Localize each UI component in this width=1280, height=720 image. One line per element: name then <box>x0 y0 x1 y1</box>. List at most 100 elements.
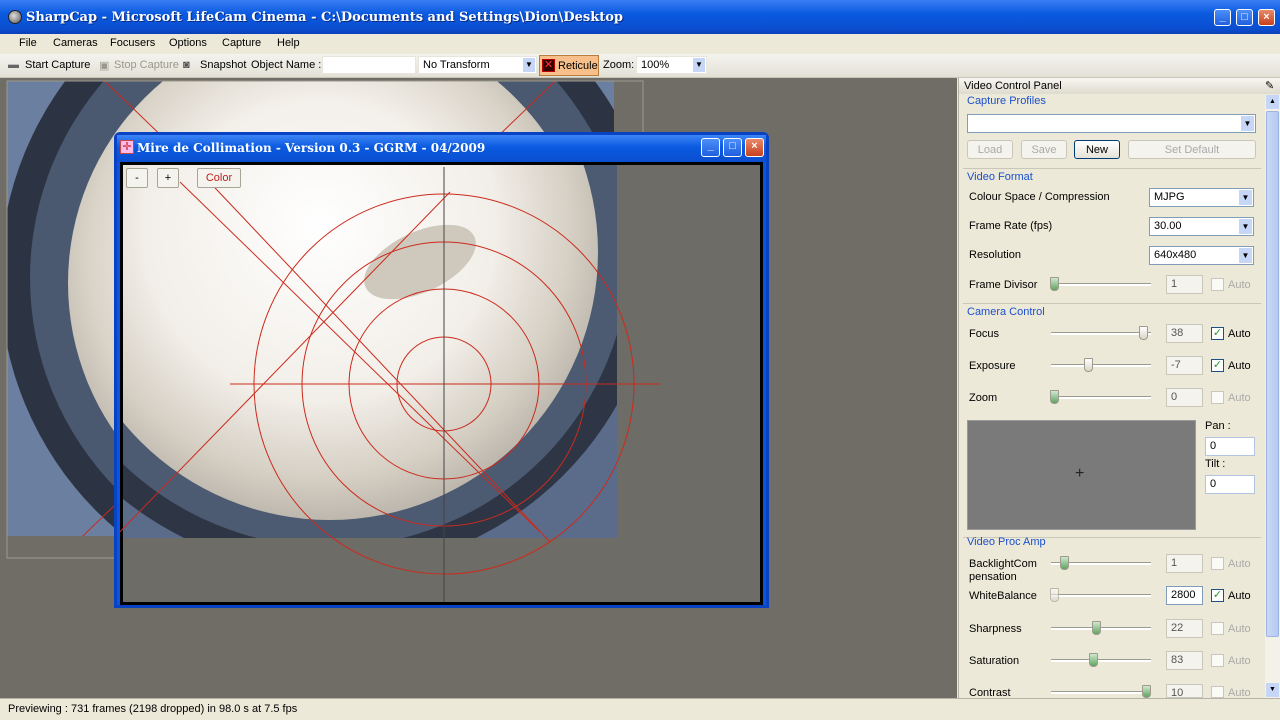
reticule-label: Reticule <box>558 60 598 72</box>
backlight-input[interactable]: 1 <box>1166 554 1203 573</box>
save-button[interactable]: Save <box>1021 140 1067 159</box>
panel-header: Video Control Panel ✎ <box>959 78 1280 94</box>
decrease-button[interactable]: - <box>126 168 148 188</box>
sharpness-slider[interactable] <box>1051 627 1151 630</box>
capture-profile-select[interactable]: ▼ <box>967 114 1256 133</box>
frame-divisor-label: Frame Divisor <box>969 279 1038 291</box>
contrast-slider[interactable] <box>1051 691 1151 694</box>
zoom-auto-checkbox[interactable] <box>1211 391 1224 404</box>
increase-button[interactable]: + <box>157 168 179 188</box>
color-button[interactable]: Color <box>197 168 241 188</box>
colour-space-select[interactable]: MJPG ▼ <box>1149 188 1254 207</box>
sharpness-label: Sharpness <box>969 623 1022 635</box>
menu-help[interactable]: Help <box>277 37 300 49</box>
pin-icon[interactable]: ✎ <box>1265 79 1274 92</box>
collimation-dialog[interactable]: ✛ Mire de Collimation - Version 0.3 - GG… <box>114 132 769 608</box>
minimize-button[interactable]: _ <box>1214 9 1231 26</box>
contrast-thumb[interactable] <box>1142 685 1151 698</box>
frame-rate-value: 30.00 <box>1154 220 1182 232</box>
menu-cameras[interactable]: Cameras <box>53 37 98 49</box>
exposure-slider[interactable] <box>1051 364 1151 367</box>
pan-tilt-pad[interactable]: + <box>967 420 1196 530</box>
dialog-minimize-button[interactable]: _ <box>701 138 720 157</box>
toolbar: ▬ Start Capture ▣ Stop Capture ◙ Snapsho… <box>0 54 1280 78</box>
zoom-select[interactable]: 100% ▼ <box>636 56 707 74</box>
camera-control-header: Camera Control <box>967 306 1045 318</box>
zoom-slider[interactable] <box>1051 396 1151 399</box>
auto-label: Auto <box>1228 328 1251 340</box>
scroll-up-icon[interactable]: ▲ <box>1266 95 1279 109</box>
dialog-title: Mire de Collimation - Version 0.3 - GGRM… <box>137 141 486 155</box>
zoom-value: 100% <box>641 59 670 71</box>
chevron-down-icon: ▼ <box>1239 219 1252 234</box>
frame-divisor-slider[interactable] <box>1051 283 1151 286</box>
dialog-maximize-button[interactable]: □ <box>723 138 742 157</box>
focus-input[interactable]: 38 <box>1166 324 1203 343</box>
menu-bar: File Cameras Focusers Options Capture He… <box>0 34 1280 54</box>
saturation-auto-checkbox[interactable] <box>1211 654 1224 667</box>
saturation-slider[interactable] <box>1051 659 1151 662</box>
transform-select[interactable]: No Transform ▼ <box>418 56 537 74</box>
crosshair-icon: + <box>1075 465 1085 482</box>
sharpness-thumb[interactable] <box>1092 621 1101 635</box>
zoom-input[interactable]: 0 <box>1166 388 1203 407</box>
video-control-panel: Video Control Panel ✎ ▲ ▼ Capture Profil… <box>958 78 1280 699</box>
sharpness-input[interactable]: 22 <box>1166 619 1203 638</box>
crosshair-icon: ✛ <box>120 140 134 154</box>
auto-label: Auto <box>1228 360 1251 372</box>
exposure-auto-checkbox[interactable]: ✓ <box>1211 359 1224 372</box>
menu-options[interactable]: Options <box>169 37 207 49</box>
chevron-down-icon: ▼ <box>1239 190 1252 205</box>
auto-label: Auto <box>1228 590 1251 602</box>
frame-divisor-thumb[interactable] <box>1050 277 1059 291</box>
backlight-label-2: pensation <box>969 571 1017 583</box>
menu-file[interactable]: File <box>19 37 37 49</box>
frame-divisor-input[interactable]: 1 <box>1166 275 1203 294</box>
backlight-auto-checkbox[interactable] <box>1211 557 1224 570</box>
backlight-thumb[interactable] <box>1060 556 1069 570</box>
contrast-auto-checkbox[interactable] <box>1211 686 1224 698</box>
snapshot-button[interactable]: Snapshot <box>200 59 246 71</box>
resolution-select[interactable]: 640x480 ▼ <box>1149 246 1254 265</box>
white-balance-thumb[interactable] <box>1050 588 1059 602</box>
contrast-input[interactable]: 10 <box>1166 684 1203 698</box>
reticule-button[interactable]: ✕ Reticule <box>539 55 599 76</box>
pan-label: Pan : <box>1205 420 1231 432</box>
saturation-input[interactable]: 83 <box>1166 651 1203 670</box>
saturation-thumb[interactable] <box>1089 653 1098 667</box>
dialog-close-button[interactable]: × <box>745 138 764 157</box>
dialog-title-bar[interactable]: ✛ Mire de Collimation - Version 0.3 - GG… <box>117 135 766 162</box>
scroll-down-icon[interactable]: ▼ <box>1266 683 1279 697</box>
focus-slider[interactable] <box>1051 332 1151 335</box>
object-name-input[interactable] <box>322 56 416 74</box>
focus-auto-checkbox[interactable]: ✓ <box>1211 327 1224 340</box>
maximize-button[interactable]: □ <box>1236 9 1253 26</box>
auto-label: Auto <box>1228 655 1251 667</box>
exposure-input[interactable]: -7 <box>1166 356 1203 375</box>
scroll-thumb[interactable] <box>1266 111 1279 637</box>
frame-rate-select[interactable]: 30.00 ▼ <box>1149 217 1254 236</box>
pan-input[interactable]: 0 <box>1205 437 1255 456</box>
load-button[interactable]: Load <box>967 140 1013 159</box>
stop-capture-button[interactable]: Stop Capture <box>114 59 179 71</box>
sharpness-auto-checkbox[interactable] <box>1211 622 1224 635</box>
saturation-label: Saturation <box>969 655 1020 667</box>
menu-focusers[interactable]: Focusers <box>110 37 155 49</box>
tilt-input[interactable]: 0 <box>1205 475 1255 494</box>
white-balance-slider[interactable] <box>1051 594 1151 597</box>
resolution-label: Resolution <box>969 249 1021 261</box>
white-balance-input[interactable]: 2800 <box>1166 586 1203 605</box>
auto-label: Auto <box>1228 392 1251 404</box>
zoom-thumb[interactable] <box>1050 390 1059 404</box>
close-button[interactable]: × <box>1258 9 1275 26</box>
frame-divisor-auto-checkbox[interactable] <box>1211 278 1224 291</box>
new-profile-button[interactable]: New <box>1074 140 1120 159</box>
exposure-thumb[interactable] <box>1084 358 1093 372</box>
panel-scrollbar[interactable]: ▲ ▼ <box>1265 95 1280 698</box>
start-capture-button[interactable]: Start Capture <box>25 59 90 71</box>
menu-capture[interactable]: Capture <box>222 37 261 49</box>
set-default-button[interactable]: Set Default <box>1128 140 1256 159</box>
focus-thumb[interactable] <box>1139 326 1148 340</box>
white-balance-auto-checkbox[interactable]: ✓ <box>1211 589 1224 602</box>
reticule-icon: ✕ <box>542 59 555 72</box>
